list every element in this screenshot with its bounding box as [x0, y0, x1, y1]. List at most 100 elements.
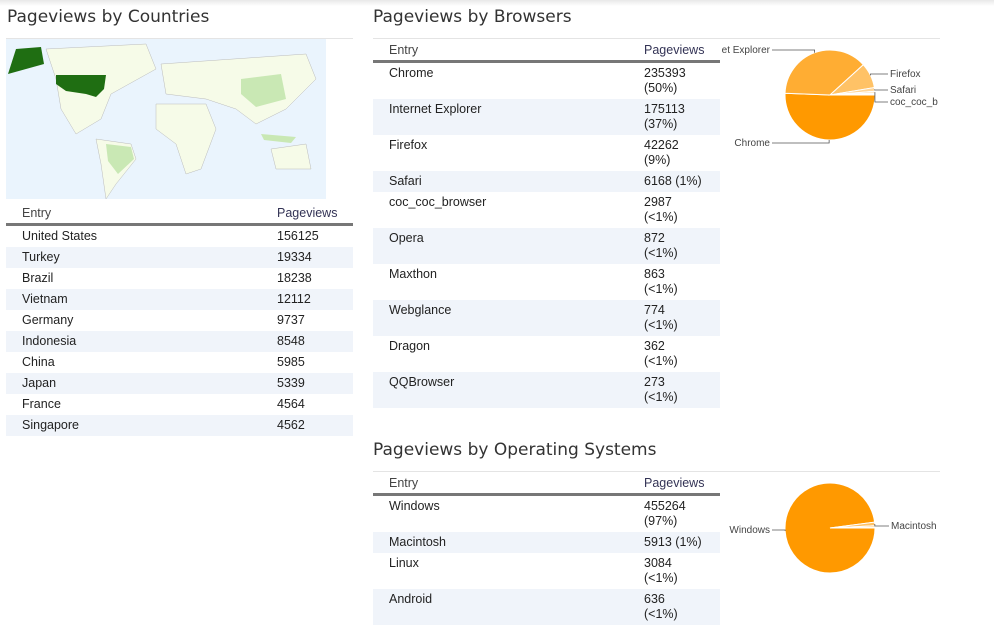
pageviews-percent: (<1%)	[644, 210, 678, 224]
pageviews-percent: (<1%)	[644, 390, 678, 404]
table-row: Maxthon 863 (<1%)	[373, 264, 720, 300]
entry-cell: Maxthon	[389, 267, 437, 281]
table-row: Webglance 774 (<1%)	[373, 300, 720, 336]
table-row: QQBrowser 273 (<1%)	[373, 372, 720, 408]
pageviews-value: 6168 (1%)	[644, 174, 702, 188]
entry-cell: Indonesia	[6, 331, 261, 352]
os-pie-chart: Windows Macintosh	[729, 482, 937, 574]
column-header-pageviews[interactable]: Pageviews	[628, 473, 720, 496]
pageviews-percent: (97%)	[644, 514, 678, 528]
pageviews-value: 5985	[277, 355, 305, 369]
os-table: Entry Pageviews Windows 455264 (97%) Macinto…	[373, 473, 720, 625]
table-row: Opera 872 (<1%)	[373, 228, 720, 264]
pageviews-value: 2987	[644, 195, 672, 209]
table-row: Macintosh 5913 (1%)	[373, 532, 720, 553]
pageviews-value: 235393	[644, 66, 686, 80]
map-australia	[270, 143, 312, 170]
pageviews-cell: 9737	[261, 310, 353, 331]
pageviews-value: 774	[644, 303, 665, 317]
entry-cell: Brazil	[22, 271, 54, 285]
pageviews-cell: 8548	[261, 331, 353, 352]
pie-leader-line	[874, 89, 888, 91]
pie-slice-chrome[interactable]	[784, 92, 876, 141]
pie-leader-line	[874, 92, 888, 103]
column-header-pageviews[interactable]: Pageviews	[628, 40, 720, 63]
world-map[interactable]	[6, 39, 326, 200]
pageviews-value: 9737	[277, 313, 305, 327]
pageviews-cell: 2987 (<1%)	[628, 192, 720, 228]
pageviews-value: 636	[644, 592, 665, 606]
pie-label: Safari	[890, 85, 916, 96]
pie-label: Windows	[729, 525, 770, 536]
pie-label: Macintosh	[891, 521, 937, 532]
map-alaska	[8, 47, 44, 74]
countries-table: Entry Pageviews United States 156125 Turkey…	[6, 203, 353, 436]
table-row: China 5985	[6, 352, 353, 373]
pageviews-value: 455264	[644, 499, 686, 513]
entry-cell: Safari	[373, 171, 628, 192]
entry-cell: Japan	[6, 373, 261, 394]
pie-label: Chrome	[734, 138, 770, 149]
table-row: Windows 455264 (97%)	[373, 495, 720, 533]
pageviews-value: 175113	[644, 102, 685, 116]
pageviews-value: 5339	[277, 376, 305, 390]
pageviews-value: 872	[644, 231, 665, 245]
pageviews-value: 273	[644, 375, 665, 389]
table-row: Japan 5339	[6, 373, 353, 394]
browsers-pie-chart: Chrome et Explorer Firefox Safaricoc_coc_b	[722, 45, 939, 149]
pageviews-cell: 42262 (9%)	[628, 135, 720, 171]
pageviews-percent: (<1%)	[644, 607, 678, 621]
entry-cell: Webglance	[373, 300, 628, 336]
table-row: Linux 3084 (<1%)	[373, 553, 720, 589]
os-title: Pageviews by Operating Systems	[373, 440, 657, 460]
entry-cell: Macintosh	[373, 532, 628, 553]
column-header-pageviews[interactable]: Pageviews	[261, 203, 353, 226]
column-header-entry[interactable]: Entry	[6, 203, 261, 226]
entry-cell: Linux	[389, 556, 419, 570]
pageviews-percent: (37%)	[644, 117, 678, 131]
pageviews-cell: 455264 (97%)	[628, 495, 720, 533]
entry-cell: France	[22, 397, 61, 411]
pageviews-cell: 362 (<1%)	[628, 336, 720, 372]
table-row: coc_coc_browser 2987 (<1%)	[373, 192, 720, 228]
table-row: Internet Explorer 175113 (37%)	[373, 99, 720, 135]
pageviews-cell: 774 (<1%)	[628, 300, 720, 336]
table-row: Turkey 19334	[6, 247, 353, 268]
pageviews-value: 42262	[644, 138, 679, 152]
pageviews-value: 362	[644, 339, 665, 353]
pageviews-percent: (<1%)	[644, 354, 678, 368]
pageviews-value: 863	[644, 267, 665, 281]
pageviews-cell: 636 (<1%)	[628, 589, 720, 625]
column-header-entry[interactable]: Entry	[373, 473, 628, 496]
pie-label: coc_coc_b	[890, 97, 938, 108]
pageviews-cell: 4562	[261, 415, 353, 436]
pie-leader-line	[772, 139, 830, 144]
pageviews-cell: 872 (<1%)	[628, 228, 720, 264]
entry-cell: Vietnam	[6, 289, 261, 310]
table-row: Germany 9737	[6, 310, 353, 331]
table-row: Vietnam 12112	[6, 289, 353, 310]
pie-leader-line	[874, 523, 889, 527]
pageviews-cell: 5913 (1%)	[628, 532, 720, 553]
pageviews-cell: 5985	[261, 352, 353, 373]
pageviews-cell: 273 (<1%)	[628, 372, 720, 408]
table-row: Indonesia 8548	[6, 331, 353, 352]
pageviews-percent: (9%)	[644, 153, 671, 167]
pageviews-cell: 175113 (37%)	[628, 99, 720, 135]
pageviews-value: 18238	[277, 271, 312, 285]
map-africa	[155, 103, 217, 175]
entry-cell: Firefox	[389, 138, 428, 152]
table-row: Chrome 235393 (50%)	[373, 62, 720, 100]
column-header-entry[interactable]: Entry	[373, 40, 628, 63]
pageviews-value: 4562	[277, 418, 305, 432]
pageviews-cell: 19334	[261, 247, 353, 268]
pageviews-cell: 3084 (<1%)	[628, 553, 720, 589]
entry-cell: Internet Explorer	[373, 99, 628, 135]
table-row: Singapore 4562	[6, 415, 353, 436]
pageviews-value: 156125	[277, 229, 319, 243]
entry-cell: Opera	[373, 228, 628, 264]
table-row: Dragon 362 (<1%)	[373, 336, 720, 372]
table-row: Android 636 (<1%)	[373, 589, 720, 625]
pageviews-cell: 12112	[261, 289, 353, 310]
top-bar	[0, 0, 994, 6]
